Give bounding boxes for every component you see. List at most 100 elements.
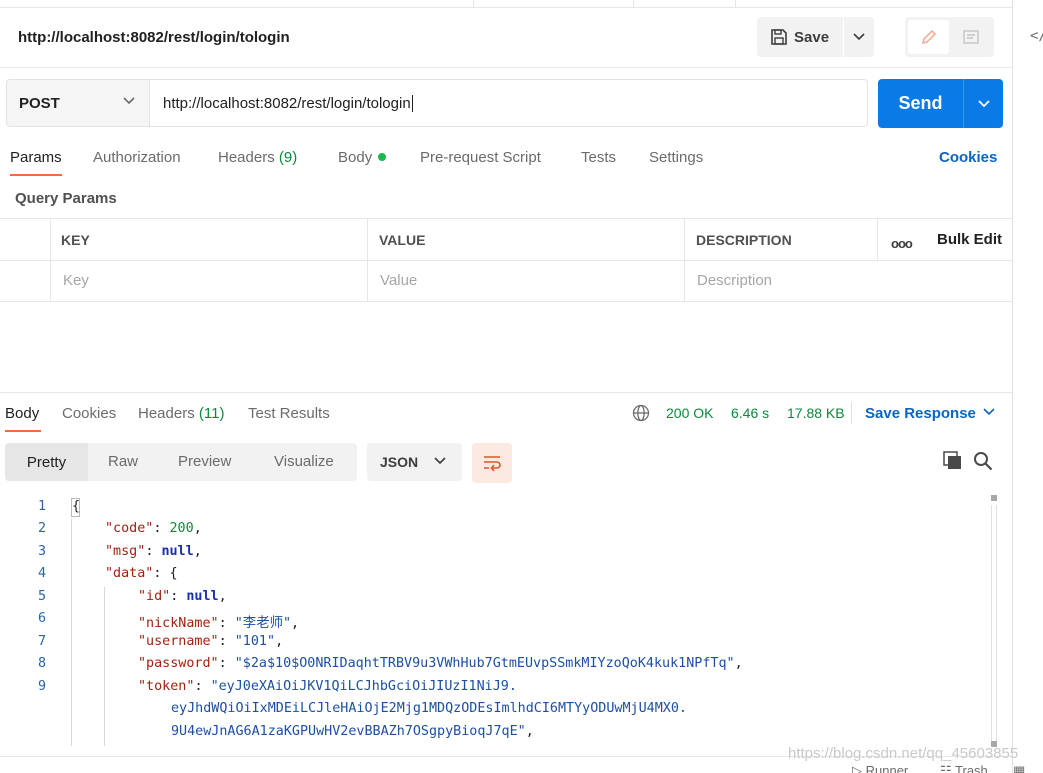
response-tab-cookies[interactable]: Cookies — [62, 405, 116, 422]
column-header-key: KEY — [61, 232, 90, 248]
tab-body-label: Body — [338, 149, 373, 166]
column-header-value: VALUE — [379, 232, 426, 248]
json-string: "eyJ0eXAiOiJKV1QiLCJhbGciOiJIUzI1NiJ9. — [210, 679, 517, 694]
code-line: "id": null, — [138, 589, 227, 604]
divider — [851, 402, 852, 424]
code-snippet-icon[interactable]: </ — [1030, 28, 1043, 44]
code-line-continuation: 9U4ewJnAG6A1zaKGPUwHV2evBBAZh7OSgpyBioqJ… — [171, 724, 534, 739]
line-number: 1 — [37, 499, 46, 514]
query-params-title: Query Params — [15, 190, 117, 207]
code-line-continuation: eyJhdWQiOiIxMDEiLCJleHAiOjE2Mjg1MDQzODEs… — [171, 701, 687, 716]
scrollbar-thumb[interactable] — [991, 505, 997, 743]
indent-guide — [71, 519, 72, 746]
trash-button[interactable]: ☷ Trash — [940, 763, 988, 773]
text-caret — [411, 94, 413, 112]
view-visualize[interactable]: Visualize — [274, 453, 334, 470]
table-border — [684, 218, 685, 302]
line-number: 2 — [37, 521, 46, 536]
json-key: "token" — [138, 679, 195, 694]
json-key: "id" — [138, 589, 171, 604]
response-headers-count: (11) — [198, 405, 225, 422]
line-number: 9 — [37, 679, 46, 694]
document-icon — [963, 30, 979, 44]
code-line: "nickName": "李老师", — [138, 616, 300, 631]
scroll-up-arrow[interactable] — [991, 495, 997, 501]
runner-button[interactable]: ▷ Runner — [852, 763, 908, 773]
tab-headers[interactable]: Headers (9) — [218, 149, 297, 166]
runner-label: Runner — [865, 763, 909, 773]
save-icon — [771, 29, 787, 45]
chevron-down-icon — [123, 97, 135, 105]
search-icon[interactable] — [973, 451, 993, 471]
tab-params[interactable]: Params — [10, 149, 62, 166]
url-input[interactable]: http://localhost:8082/rest/login/tologin — [150, 79, 868, 127]
response-tab-headers[interactable]: Headers (11) — [138, 405, 224, 422]
response-headers-label: Headers — [138, 405, 195, 422]
wrap-lines-button[interactable] — [472, 443, 512, 483]
format-select[interactable]: JSON — [367, 443, 462, 481]
copy-icon[interactable] — [943, 451, 963, 471]
view-pretty[interactable]: Pretty — [5, 443, 88, 481]
json-key: "msg" — [105, 544, 146, 559]
table-border — [0, 301, 1012, 302]
url-value: http://localhost:8082/rest/login/tologin — [163, 94, 411, 112]
send-label: Send — [898, 93, 943, 113]
json-key: "code" — [105, 521, 154, 536]
tab-strip — [0, 0, 1012, 8]
json-string: "101" — [234, 634, 276, 649]
more-options-icon[interactable]: ooo — [891, 236, 913, 251]
tab-divider — [473, 0, 474, 8]
chevron-down-icon[interactable] — [983, 408, 995, 416]
json-string: "$2a$10$O0NRIDaqhtTRBV9u3VWhHub7GtmEUvpS… — [234, 656, 735, 671]
tab-body[interactable]: Body — [338, 149, 387, 166]
json-number: 200 — [169, 521, 194, 536]
view-preview[interactable]: Preview — [178, 453, 231, 470]
active-tab-indicator — [10, 174, 62, 176]
send-button[interactable]: Send — [878, 79, 963, 128]
cookies-link[interactable]: Cookies — [939, 149, 997, 166]
table-border — [50, 218, 51, 302]
table-border — [877, 218, 878, 260]
send-options-dropdown[interactable] — [963, 79, 1003, 128]
json-string: "李老师" — [234, 616, 292, 631]
divider — [0, 67, 1012, 68]
json-null: null — [186, 589, 219, 604]
param-value-input[interactable]: Value — [380, 272, 417, 289]
param-key-input[interactable]: Key — [63, 272, 89, 289]
chevron-down-icon — [977, 99, 990, 107]
tab-authorization[interactable]: Authorization — [93, 149, 181, 166]
tab-settings[interactable]: Settings — [649, 149, 703, 166]
right-sidebar — [1012, 0, 1043, 773]
status-code: 200 OK — [666, 405, 714, 421]
table-border — [0, 260, 1012, 261]
pencil-icon — [921, 29, 936, 45]
line-number: 6 — [37, 611, 46, 626]
response-size: 17.88 KB — [787, 405, 845, 421]
watermark: https://blog.csdn.net/qq_45603855 — [788, 745, 1019, 762]
code-line: "password": "$2a$10$O0NRIDaqhtTRBV9u3VWh… — [138, 656, 743, 671]
tab-divider — [735, 0, 736, 8]
save-button[interactable]: Save — [757, 17, 843, 57]
save-options-dropdown[interactable] — [844, 17, 874, 57]
response-tab-test-results[interactable]: Test Results — [248, 405, 330, 422]
view-raw[interactable]: Raw — [108, 453, 138, 470]
json-null: null — [161, 544, 194, 559]
chevron-down-icon — [434, 457, 446, 465]
code-line: "username": "101", — [138, 634, 284, 649]
code-line: "data": { — [105, 566, 178, 581]
globe-icon[interactable] — [632, 404, 650, 422]
code-line: "code": 200, — [105, 521, 202, 536]
tab-tests[interactable]: Tests — [581, 149, 616, 166]
table-border — [367, 218, 368, 302]
line-number: 3 — [37, 544, 46, 559]
tab-pre-request-script[interactable]: Pre-request Script — [420, 149, 541, 166]
param-description-input[interactable]: Description — [697, 272, 772, 289]
documentation-mode-button[interactable] — [951, 20, 991, 54]
edit-mode-button[interactable] — [908, 20, 949, 54]
http-method-select[interactable]: POST — [6, 79, 150, 127]
save-response-button[interactable]: Save Response — [865, 405, 976, 422]
bulk-edit-button[interactable]: Bulk Edit — [937, 231, 1002, 248]
response-tab-body[interactable]: Body — [5, 405, 39, 422]
layout-icon[interactable]: ▦ — [1013, 763, 1025, 773]
response-divider[interactable] — [0, 392, 1012, 393]
